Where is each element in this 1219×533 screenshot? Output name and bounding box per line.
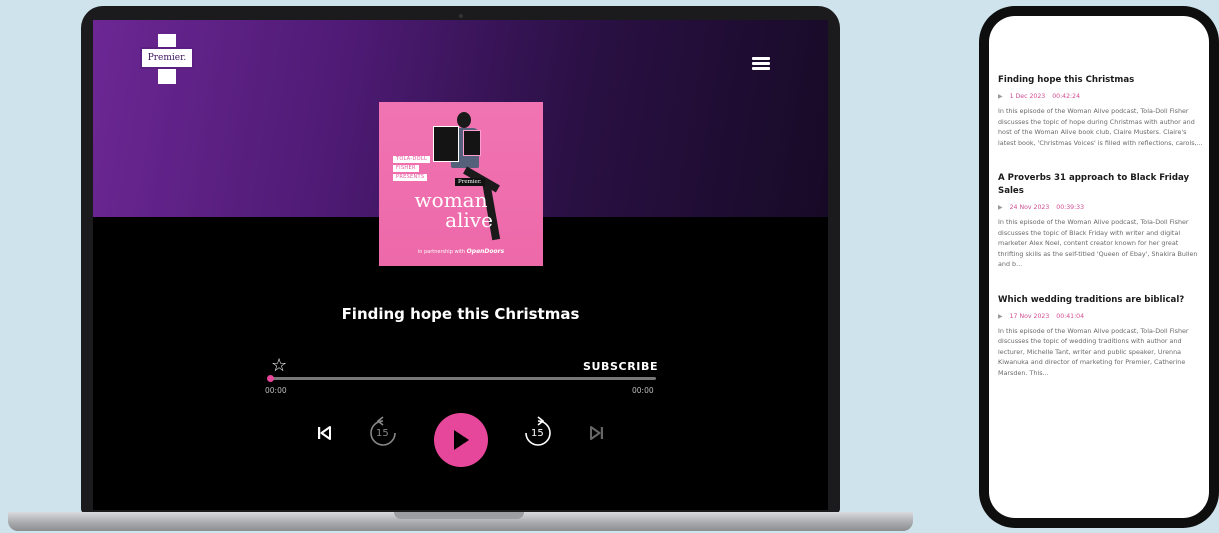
subscribe-button[interactable]: SUBSCRIBE — [583, 360, 658, 373]
skip-to-end-icon[interactable] — [590, 425, 604, 444]
episode-item-meta: ▶ 24 Nov 2023 00:39:33 — [998, 204, 1205, 211]
premier-logo[interactable]: Premier. — [140, 34, 194, 84]
phone-device: Finding hope this Christmas ▶ 1 Dec 2023… — [979, 6, 1219, 528]
episode-item-date: 1 Dec 2023 — [1009, 93, 1046, 100]
favorite-star-icon[interactable]: ☆ — [271, 357, 287, 375]
rewind-15-button[interactable]: 15 — [368, 416, 398, 452]
cover-premier-tag: Premier. — [455, 178, 485, 186]
episode-title: Finding hope this Christmas — [341, 305, 580, 323]
current-time: 00:00 — [265, 386, 287, 395]
episode-item-title[interactable]: Finding hope this Christmas — [998, 74, 1205, 87]
cover-partner-line: in partnership with OpenDoors — [379, 248, 543, 255]
podcast-cover-art: TOLA-DOLL FISHER PRESENTS Premier. woman… — [379, 102, 543, 266]
play-button[interactable] — [434, 413, 488, 467]
episode-item-meta: ▶ 1 Dec 2023 00:42:24 — [998, 93, 1205, 100]
cover-tag-line: FISHER — [393, 165, 419, 172]
play-triangle-icon[interactable]: ▶ — [998, 313, 1003, 320]
laptop-notch — [394, 512, 524, 519]
episode-list-item[interactable]: A Proverbs 31 approach to Black Friday S… — [998, 172, 1205, 270]
episode-item-date: 24 Nov 2023 — [1009, 204, 1050, 211]
partner-prefix: in partnership with — [417, 249, 466, 255]
episode-item-title[interactable]: A Proverbs 31 approach to Black Friday S… — [998, 172, 1205, 198]
hamburger-menu-icon[interactable] — [752, 57, 770, 70]
episode-list-item[interactable]: Finding hope this Christmas ▶ 1 Dec 2023… — [998, 74, 1205, 148]
episode-item-meta: ▶ 17 Nov 2023 00:41:04 — [998, 313, 1205, 320]
camera-dot — [459, 14, 463, 18]
episode-item-duration: 00:39:33 — [1056, 204, 1085, 211]
episode-item-description: In this episode of the Woman Alive podca… — [998, 218, 1198, 268]
magazine-graphic — [433, 126, 459, 162]
phone-screen: Finding hope this Christmas ▶ 1 Dec 2023… — [989, 16, 1209, 518]
episode-item-description: In this episode of the Woman Alive podca… — [998, 326, 1189, 377]
episode-item-duration: 00:42:24 — [1052, 93, 1081, 100]
episode-item-date: 17 Nov 2023 — [1009, 312, 1050, 320]
total-time: 00:00 — [632, 386, 654, 395]
play-triangle-icon[interactable]: ▶ — [998, 93, 1003, 100]
episode-item-duration: 00:41:04 — [1056, 312, 1085, 320]
progress-slider[interactable] — [267, 375, 656, 382]
partner-name: OpenDoors — [466, 248, 505, 255]
laptop-screen: Premier. TOLA-DOLL FISHER PRESENTS Premi… — [93, 20, 828, 510]
forward-seconds-label: 15 — [531, 428, 544, 439]
skip-to-start-icon[interactable] — [317, 425, 331, 444]
logo-text: Premier. — [147, 53, 187, 63]
cover-title-line2: alive — [445, 208, 493, 232]
play-icon — [454, 430, 469, 450]
cover-tag-line: PRESENTS — [393, 174, 428, 181]
episode-item-title[interactable]: Which wedding traditions are biblical? — [998, 294, 1205, 307]
episode-item-description: In this episode of the Woman Alive podca… — [998, 107, 1203, 147]
cover-tag-line: TOLA-DOLL — [393, 156, 431, 163]
laptop-device: Premier. TOLA-DOLL FISHER PRESENTS Premi… — [81, 6, 840, 513]
cover-title-line1: woman — [414, 188, 488, 212]
play-triangle-icon[interactable]: ▶ — [998, 204, 1003, 211]
episode-list-item[interactable]: Which wedding traditions are biblical? ▶… — [998, 294, 1205, 379]
progress-handle[interactable] — [267, 375, 274, 382]
forward-15-button[interactable]: 15 — [523, 416, 553, 452]
rewind-seconds-label: 15 — [376, 428, 389, 439]
